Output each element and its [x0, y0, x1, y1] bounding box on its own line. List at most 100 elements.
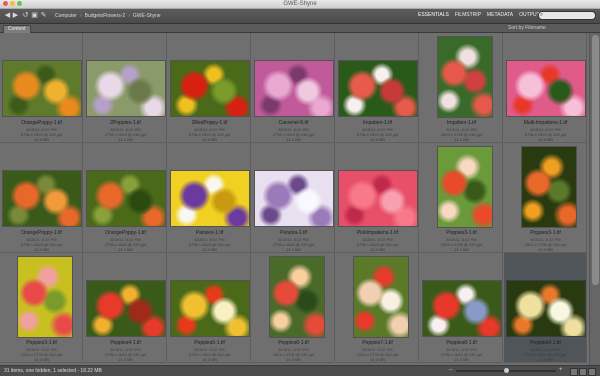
search-icon: ⌕ [540, 12, 544, 18]
thumbnail-image[interactable] [255, 61, 333, 116]
thumbnail-filename: Poppies9-1.tif [530, 340, 561, 346]
thumbnail-item[interactable]: Carvenel-8.tif 8/15/11, 6:22 PM 2736 x 182… [252, 33, 335, 143]
thumbnail-image[interactable] [171, 171, 249, 226]
thumbnail-filename: Poppies6-1.tif [278, 340, 309, 346]
thumbnail-image[interactable] [3, 61, 81, 116]
thumbnail-filename: Poppies3-1.tif [26, 340, 57, 346]
thumbnail-image[interactable] [3, 171, 81, 226]
thumbnail-item[interactable]: OrangePoppy-1.tif 8/15/11, 6:22 PM 2736 x … [0, 33, 83, 143]
back-arrow-icon[interactable]: ◀ [4, 12, 11, 19]
thumbnail-image[interactable] [87, 61, 165, 116]
thumbnail-metadata: 14.3 MB [118, 357, 133, 362]
thumbnail-image[interactable] [87, 281, 165, 336]
thumbnail-item[interactable]: PinkImpatiens-1.tif 8/15/11, 6:22 PM 2736 … [336, 143, 419, 253]
thumbnail-metadata: 14.3 MB [286, 247, 301, 252]
tab-content[interactable]: Content [3, 25, 31, 33]
thumbnail-item[interactable]: 2Poppies-1.tif 8/15/11, 6:22 PM 2736 x 182… [84, 33, 167, 143]
thumbnail-item[interactable]: Petunia-1.tif 8/15/11, 6:22 PM 2736 x 1824… [252, 143, 335, 253]
thumbnail-image[interactable] [507, 61, 585, 116]
scrollbar-thumb[interactable] [592, 35, 599, 285]
breadcrumb: Computer › BudgetoFlowers-2 › GWE-Shyne [55, 12, 161, 20]
thumbnail-image[interactable] [339, 171, 417, 226]
thumbnail-image[interactable] [270, 257, 324, 337]
toolbar: ◀ ▶ ↺ ▣ ✎ Computer › BudgetoFlowers-2 › … [0, 9, 600, 24]
thumbnail-filename: Poppies7-1.tif [362, 340, 393, 346]
content-panel-header: Content Sort by Filename [0, 24, 600, 33]
workspace-metadata[interactable]: METADATA [487, 12, 513, 18]
thumbnail-item[interactable]: Poppies3-1.tif 8/15/11, 6:22 PM 1824 x 273… [504, 143, 587, 253]
slider-handle[interactable] [503, 368, 509, 373]
thumbnail-image[interactable] [339, 61, 417, 116]
content-grid: OrangePoppy-1.tif 8/15/11, 6:22 PM 2736 x … [0, 33, 588, 365]
thumbnail-item[interactable]: OrangePoppy-1.tif 8/15/11, 6:22 PM 2736 x … [0, 143, 83, 253]
thumbnail-item[interactable]: Poppies9-1.tif 8/15/11, 6:22 PM 2736 x 182… [504, 253, 587, 363]
vertical-scrollbar[interactable] [589, 33, 600, 365]
thumbnail-metadata: 14.3 MB [370, 357, 385, 362]
thumbnail-filename: Poppies3-1.tif [530, 230, 561, 236]
thumbnail-filename: Multi-Impatiens-1.tif [523, 120, 568, 126]
camera-icon[interactable]: ▣ [31, 12, 38, 19]
boomerang-icon[interactable]: ↺ [22, 12, 29, 19]
thumbnail-size-slider[interactable] [456, 368, 556, 373]
thumbnail-item[interactable]: OrangePoppy-1.tif 8/15/11, 6:22 PM 2736 x … [84, 143, 167, 253]
thumbnail-item[interactable]: Poppies8-1.tif 8/15/11, 6:22 PM 2736 x 182… [420, 253, 503, 363]
workspace-essentials[interactable]: ESSENTIALS [418, 12, 449, 18]
thumbnail-item[interactable]: Poppies3-1.tif 8/15/11, 6:22 PM 1824 x 273… [420, 143, 503, 253]
thumbnail-filename: Impatien-1.tif [447, 120, 476, 126]
thumbnail-item[interactable]: Poppies7-1.tif 8/15/11, 6:22 PM 1824 x 273… [336, 253, 419, 363]
thumbnail-item[interactable]: Poppies4-1.tif 8/15/11, 6:22 PM 2736 x 182… [84, 253, 167, 363]
status-text: 31 items, one hidden, 1 selected - 18.22… [4, 368, 102, 374]
thumbnail-metadata: 14.3 MB [454, 357, 469, 362]
thumbnail-image[interactable] [354, 257, 408, 337]
thumbnail-metadata: 14.3 MB [34, 137, 49, 142]
thumbnail-metadata: 14.3 MB [454, 247, 469, 252]
thumbnail-image[interactable] [255, 171, 333, 226]
breadcrumb-item[interactable]: Computer [55, 13, 77, 19]
chevron-right-icon: › [79, 13, 82, 19]
thumbnail-item[interactable]: Multi-Impatiens-1.tif 8/15/11, 6:22 PM 273… [504, 33, 587, 143]
thumbnail-filename: PinkImpatiens-1.tif [356, 230, 399, 236]
breadcrumb-item[interactable]: BudgetoFlowers-2 [85, 13, 126, 19]
thumbnail-image[interactable] [87, 171, 165, 226]
thumbnail-image[interactable] [423, 281, 501, 336]
thumbnail-metadata: 14.3 MB [454, 137, 469, 142]
thumbnail-item[interactable]: Pansies-1.tif 8/15/11, 6:22 PM 2736 x 1824… [168, 143, 251, 253]
workspace-filmstrip[interactable]: FILMSTRIP [455, 12, 481, 18]
breadcrumb-item[interactable]: GWE-Shyne [133, 13, 161, 19]
refine-icon[interactable]: ✎ [40, 12, 47, 19]
zoom-out-icon[interactable]: – [449, 367, 452, 373]
thumbnail-item[interactable]: 3RedPoppy-1.tif 8/15/11, 6:22 PM 2736 x 18… [168, 33, 251, 143]
thumbnail-filename: Carvenel-8.tif [278, 120, 309, 126]
sort-by-dropdown[interactable]: Sort by Filename [508, 25, 546, 31]
forward-arrow-icon[interactable]: ▶ [12, 12, 19, 19]
thumbnail-metadata: 14.3 MB [538, 137, 553, 142]
search-input[interactable] [538, 11, 596, 20]
thumbnail-image[interactable] [438, 37, 492, 117]
thumbnail-image[interactable] [507, 281, 585, 336]
thumbnail-filename: Petunia-1.tif [280, 230, 307, 236]
thumbnail-metadata: 14.3 MB [34, 247, 49, 252]
thumbnail-item[interactable]: Impatien-1.tif 8/15/11, 6:22 PM 1824 x 273… [420, 33, 503, 143]
thumbnail-filename: Poppies3-1.tif [446, 230, 477, 236]
thumbnail-item[interactable]: Poppies5-1.tif 8/15/11, 6:22 PM 2736 x 182… [168, 253, 251, 363]
thumbnail-metadata: 14.3 MB [202, 137, 217, 142]
thumbnail-image[interactable] [18, 257, 72, 337]
thumbnail-image[interactable] [171, 61, 249, 116]
thumbnail-metadata: 14.3 MB [286, 357, 301, 362]
thumbnail-item[interactable]: Impatien-1.tif 8/15/11, 6:22 PM 2736 x 182… [336, 33, 419, 143]
thumbnail-item[interactable]: Poppies6-1.tif 8/15/11, 6:22 PM 1824 x 273… [252, 253, 335, 363]
thumbnail-image[interactable] [522, 147, 576, 227]
thumbnail-item[interactable]: Poppies3-1.tif 8/15/11, 6:22 PM 1824 x 273… [0, 253, 83, 363]
thumbnail-metadata: 14.3 MB [286, 137, 301, 142]
window-title: GWE-Shyne [283, 1, 317, 7]
zoom-in-icon[interactable]: + [559, 367, 563, 373]
thumbnail-image[interactable] [171, 281, 249, 336]
workspace-output[interactable]: OUTPUT [519, 12, 540, 18]
thumbnail-filename: Pansies-1.tif [195, 230, 224, 236]
thumbnail-metadata: 14.3 MB [118, 247, 133, 252]
thumbnail-filename: Impatien-1.tif [363, 120, 392, 126]
thumbnail-image[interactable] [438, 147, 492, 227]
thumbnail-filename: Poppies8-1.tif [446, 340, 477, 346]
thumbnail-filename: OrangePoppy-1.tif [21, 120, 62, 126]
thumbnail-metadata: 14.3 MB [370, 137, 385, 142]
